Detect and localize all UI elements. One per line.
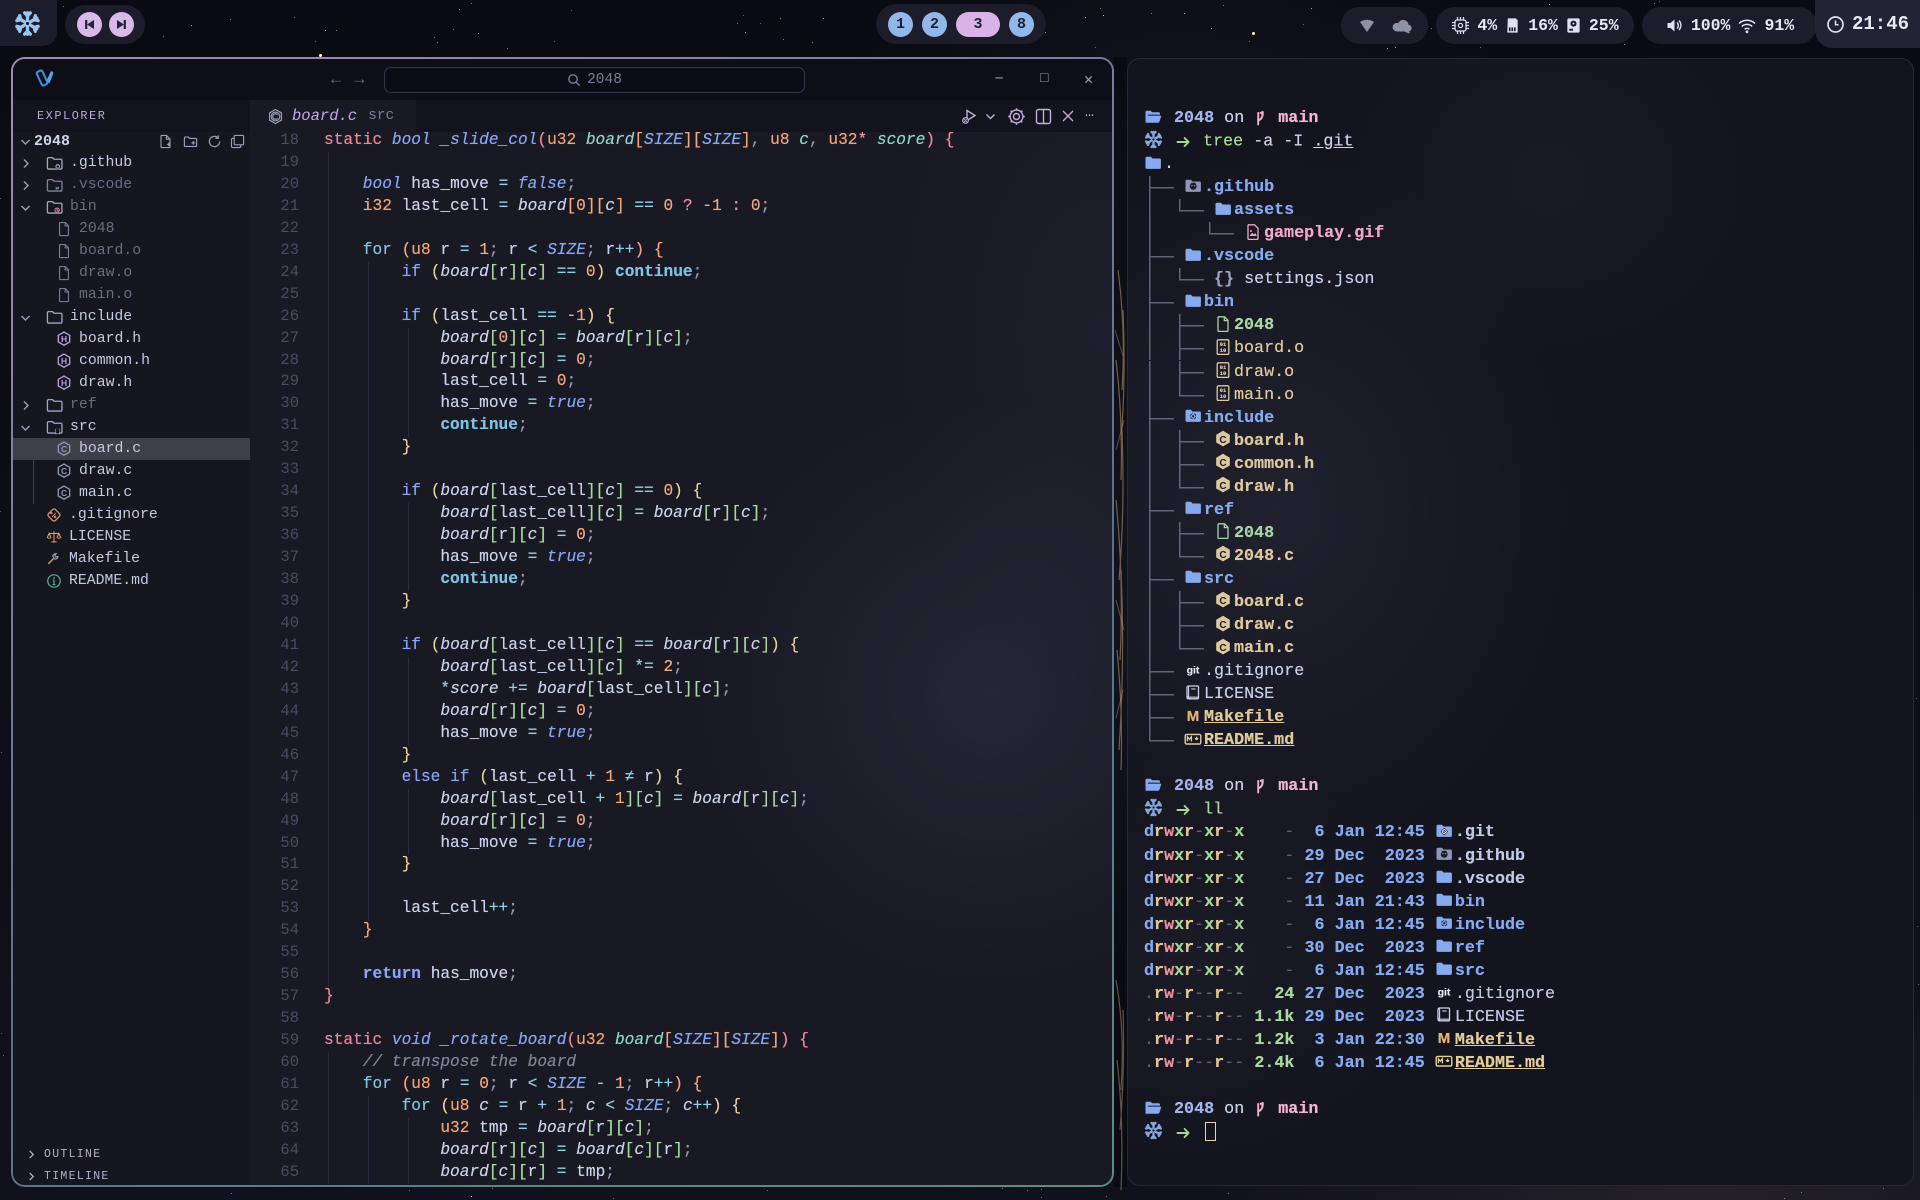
svg-text:C: C	[1219, 481, 1226, 492]
svg-text:C: C	[61, 488, 67, 498]
svg-text:H: H	[61, 378, 67, 388]
svg-text:H: H	[61, 334, 67, 344]
svg-text:(): ()	[54, 427, 61, 434]
svg-text:C: C	[1219, 642, 1226, 653]
svg-text:H: H	[61, 356, 67, 366]
svg-text:10: 10	[1220, 348, 1226, 354]
svg-text:C: C	[1219, 596, 1226, 607]
svg-text:10: 10	[1220, 371, 1226, 377]
svg-text:C: C	[61, 466, 67, 476]
svg-text:C: C	[1219, 435, 1226, 446]
svg-text:C: C	[61, 444, 67, 454]
svg-text:C: C	[1219, 619, 1226, 630]
svg-text:git: git	[1437, 987, 1450, 999]
svg-text:10: 10	[1220, 394, 1226, 400]
svg-text:C: C	[1219, 550, 1226, 561]
svg-text:M: M	[1187, 708, 1200, 725]
svg-text:git: git	[1187, 664, 1200, 676]
svg-text:C: C	[1219, 458, 1226, 469]
svg-text:M: M	[1438, 1030, 1451, 1047]
